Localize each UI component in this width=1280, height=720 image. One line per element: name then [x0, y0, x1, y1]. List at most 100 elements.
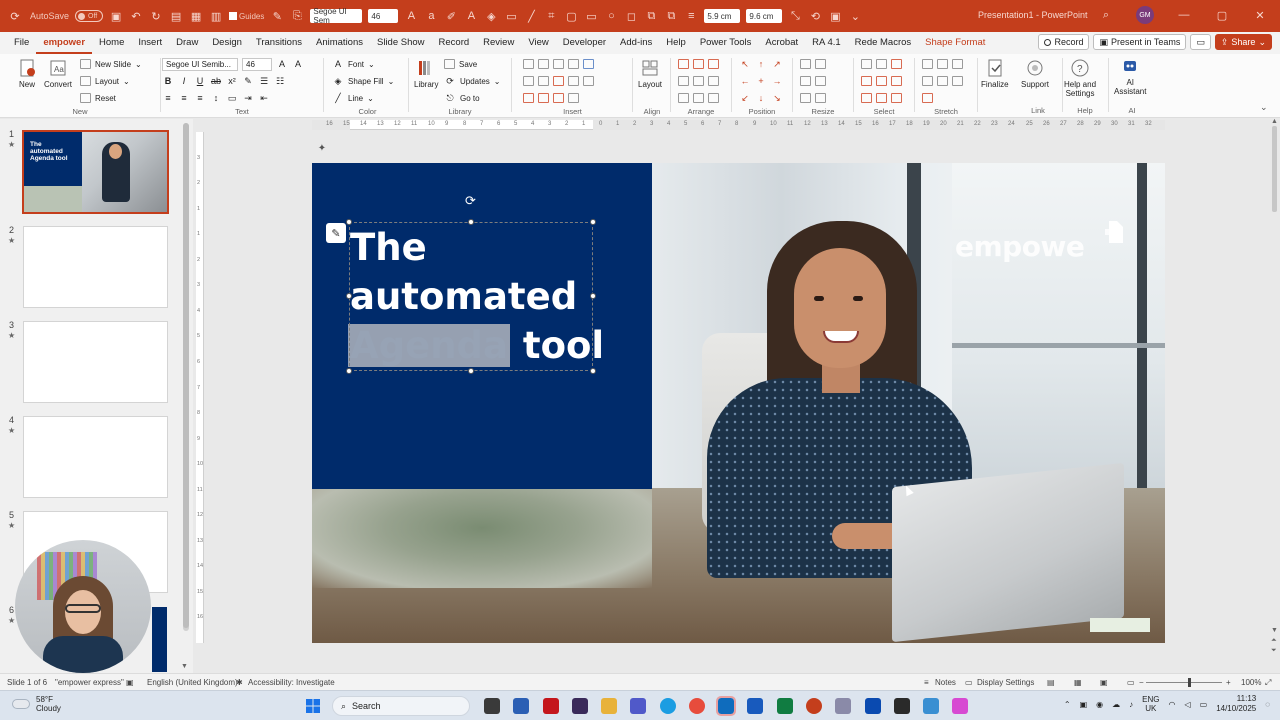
stretch-icon[interactable] [937, 59, 948, 69]
save-icon[interactable]: ▣ [109, 9, 123, 23]
line-spacing-icon[interactable]: ↕ [210, 93, 222, 103]
select-icon[interactable] [861, 59, 872, 69]
resize-icon[interactable] [800, 93, 811, 103]
resize-icon[interactable] [815, 76, 826, 86]
table-icon[interactable]: ▥ [209, 9, 223, 23]
stretch-icon[interactable] [952, 59, 963, 69]
chevron-up-icon[interactable]: ⌃ [1064, 700, 1071, 709]
tab-help[interactable]: Help [659, 32, 693, 54]
resize-handle[interactable] [590, 368, 596, 374]
resize-handle[interactable] [468, 219, 474, 225]
slide-thumbnail-1[interactable]: The automated Agenda tool [22, 130, 169, 214]
comments-button[interactable]: ▭ [1190, 34, 1211, 50]
app-blue-icon[interactable] [865, 698, 881, 714]
powerpoint-icon[interactable] [806, 698, 822, 714]
pen-icon[interactable]: ╱ [524, 9, 538, 23]
distribute-v-icon[interactable] [693, 93, 704, 103]
share-button[interactable]: ⇪ Share ⌄ [1214, 34, 1272, 50]
insert-icon[interactable] [553, 76, 564, 86]
stretch-icon[interactable] [937, 76, 948, 86]
redo-icon[interactable]: ↻ [149, 9, 163, 23]
chrome-icon[interactable] [689, 698, 705, 714]
text-box-icon[interactable]: ▭ [226, 93, 238, 104]
new-button[interactable]: New [17, 58, 37, 89]
editor-scrollbar[interactable]: ▲ ▼ ⏶ ⏷ [1271, 118, 1279, 660]
tab-add-ins[interactable]: Add-ins [613, 32, 659, 54]
weather-widget[interactable]: 58°F Cloudy [12, 695, 61, 713]
layout-dropdown[interactable]: Layout ⌄ [80, 74, 130, 88]
zoom-in-icon[interactable]: + [1226, 678, 1231, 687]
finalize-button[interactable]: Finalize [981, 58, 1009, 89]
font-color-icon[interactable]: A [464, 9, 478, 23]
select-icon[interactable] [876, 59, 887, 69]
align-left-obj-icon[interactable] [678, 76, 689, 86]
resize-icon[interactable] [800, 59, 811, 69]
settings-icon[interactable] [835, 698, 851, 714]
tab-developer[interactable]: Developer [556, 32, 613, 54]
support-button[interactable]: Support [1021, 58, 1049, 89]
volume-icon[interactable]: ◁ [1184, 700, 1190, 709]
shape-rect2-icon[interactable]: ▭ [584, 9, 598, 23]
font-name-input[interactable]: Segoe UI Semib... [162, 57, 238, 71]
task-view-icon[interactable] [484, 698, 500, 714]
move-center-icon[interactable]: + [755, 76, 767, 86]
align-center-icon[interactable]: ≡ [178, 93, 190, 103]
outdent-icon[interactable]: ⇤ [258, 93, 270, 104]
app-pink-icon[interactable] [952, 698, 968, 714]
scroll-down-icon[interactable]: ▼ [1271, 627, 1278, 634]
tab-home[interactable]: Home [92, 32, 131, 54]
stretch-icon[interactable] [952, 76, 963, 86]
tab-design[interactable]: Design [205, 32, 249, 54]
superscript-icon[interactable]: x² [226, 76, 238, 86]
underline-icon[interactable]: U [194, 76, 206, 86]
present-icon[interactable]: ▤ [169, 9, 183, 23]
teams-icon[interactable] [630, 698, 646, 714]
clock[interactable]: 11:13 14/10/2025 [1216, 694, 1256, 714]
tab-draw[interactable]: Draw [169, 32, 205, 54]
insert-icon[interactable] [568, 59, 579, 69]
app-dark-icon[interactable] [894, 698, 910, 714]
word-icon[interactable] [747, 698, 763, 714]
move-down-right-icon[interactable]: ↘ [771, 93, 783, 104]
insert-icon[interactable] [553, 93, 564, 103]
stretch-icon[interactable] [922, 76, 933, 86]
resize-handle[interactable] [346, 293, 352, 299]
collapse-ribbon-icon[interactable]: ⌄ [1260, 102, 1268, 113]
font-size-box[interactable]: 46 [368, 9, 399, 23]
tab-review[interactable]: Review [476, 32, 521, 54]
help-settings-button[interactable]: ? Help and Settings [1064, 58, 1096, 98]
font-size-input[interactable]: 46 [242, 57, 272, 71]
indent-icon[interactable]: ⇥ [242, 93, 254, 104]
insert-icon[interactable] [538, 76, 549, 86]
distribute-h-icon[interactable] [678, 93, 689, 103]
language-indicator[interactable]: English (United Kingdom) [147, 678, 238, 687]
convert-button[interactable]: Aa Convert [44, 58, 72, 89]
undo-icon[interactable]: ↶ [129, 9, 143, 23]
select-icon[interactable] [891, 76, 902, 86]
save-button[interactable]: Save [444, 57, 477, 71]
fill-icon[interactable]: ◈ [484, 9, 498, 23]
line-color-icon[interactable]: ▭ [504, 9, 518, 23]
taskbar-search[interactable]: ⌕ Search [332, 696, 470, 716]
app-q-icon[interactable] [572, 698, 588, 714]
resize-handle[interactable] [468, 368, 474, 374]
notes-button[interactable]: Notes [935, 678, 956, 687]
shape-rect-icon[interactable]: ▢ [564, 9, 578, 23]
tab-transitions[interactable]: Transitions [249, 32, 309, 54]
zoom-slider[interactable] [1146, 682, 1222, 683]
insert-icon[interactable] [568, 93, 579, 103]
crop-icon[interactable]: ⌗ [544, 9, 558, 23]
scroll-down-icon[interactable]: ▼ [181, 663, 188, 670]
align-right-icon[interactable]: ≡ [194, 93, 206, 103]
move-down-left-icon[interactable]: ↙ [739, 93, 751, 104]
insert-icon[interactable] [523, 93, 534, 103]
tab-shape-format[interactable]: Shape Format [918, 32, 992, 54]
height-box[interactable]: 9.6 cm [746, 9, 783, 23]
guides-checkbox[interactable]: Guides [229, 12, 264, 21]
reading-view-icon[interactable]: ▣ [1100, 678, 1108, 687]
editor-scrollbar-thumb[interactable] [1272, 126, 1277, 212]
scroll-up-icon[interactable]: ▲ [1271, 118, 1278, 125]
insert-icon[interactable] [583, 76, 594, 86]
tray-app-icon[interactable]: ▣ [1080, 700, 1088, 709]
close-icon[interactable]: ✕ [1252, 9, 1268, 22]
